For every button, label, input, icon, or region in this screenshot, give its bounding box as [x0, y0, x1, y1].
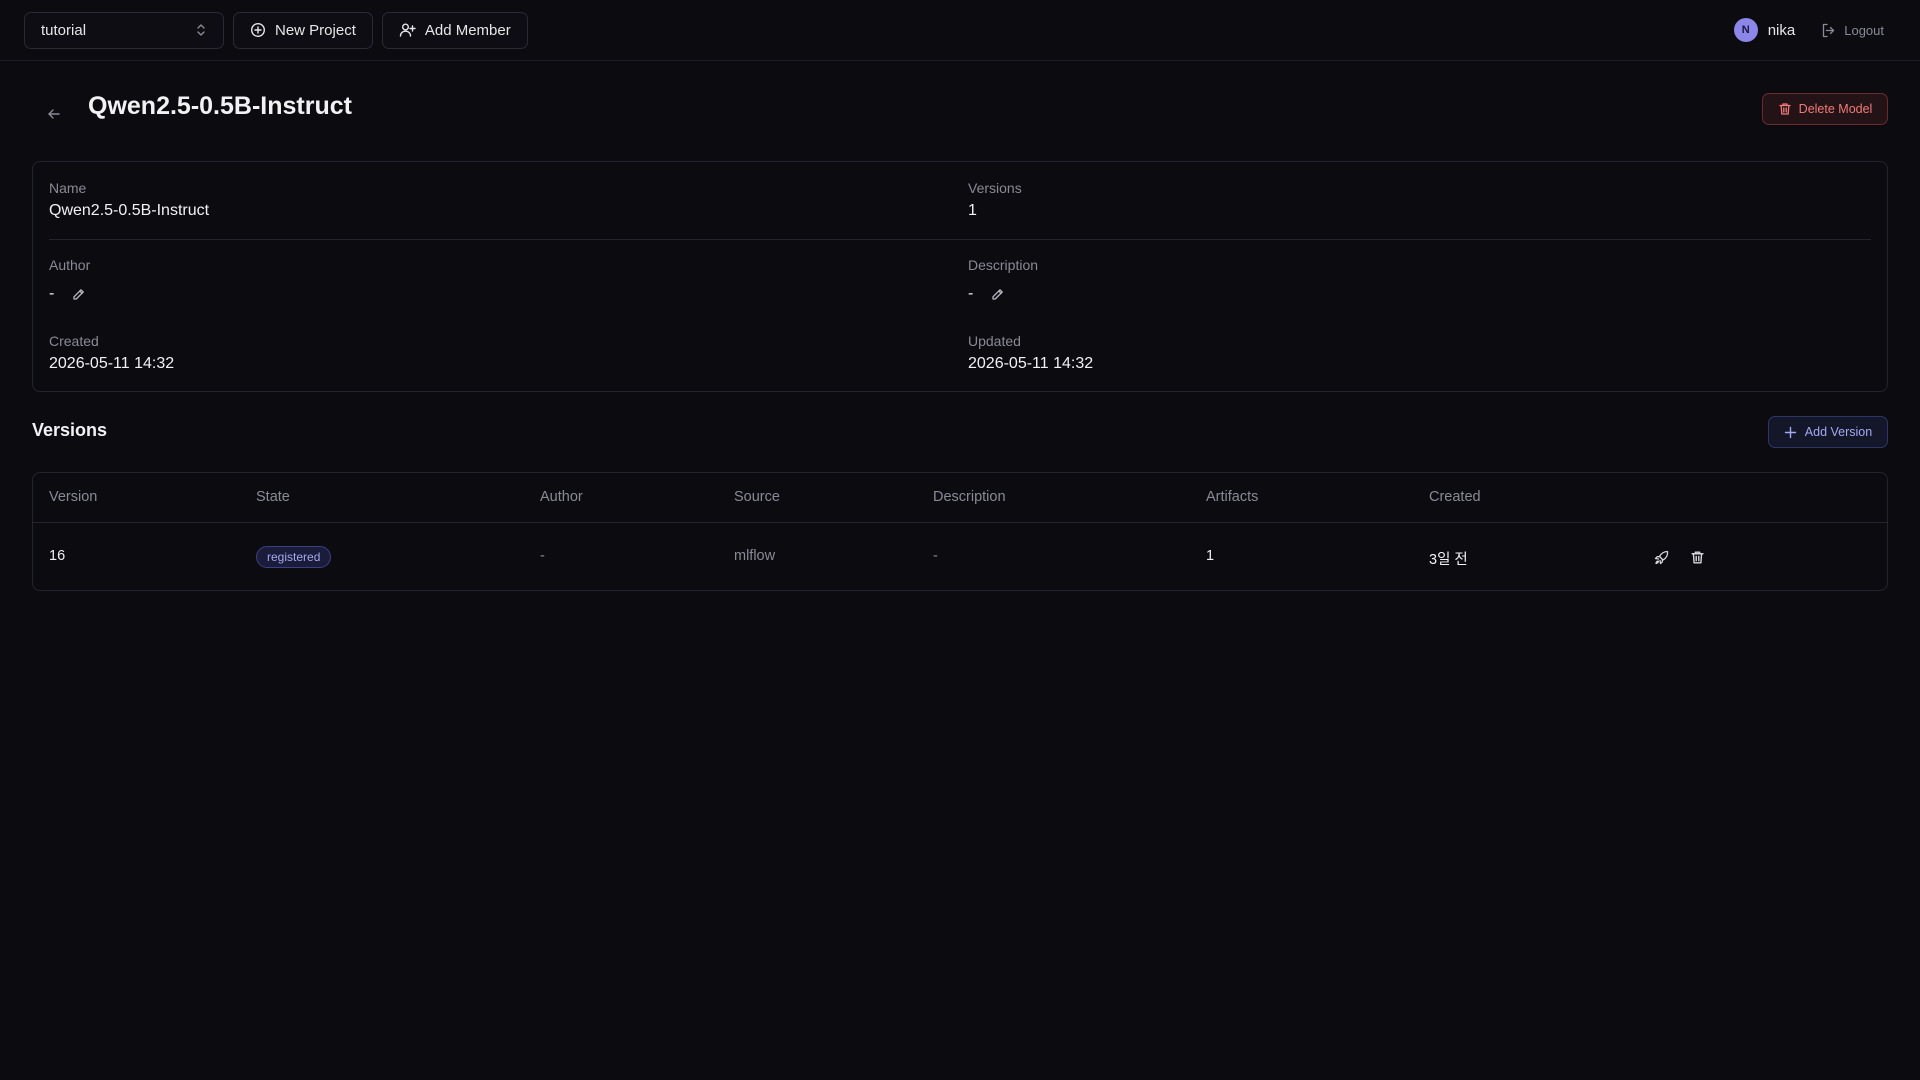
name-value: Qwen2.5-0.5B-Instruct — [49, 202, 210, 219]
versions-count-field: Versions 1 — [968, 180, 1022, 220]
description-field: Description - — [968, 257, 1038, 303]
created-field: Created 2026-05-11 14:32 — [49, 333, 174, 373]
cell-version: 16 — [49, 548, 66, 564]
status-badge: registered — [256, 546, 332, 568]
column-header-version: Version — [49, 489, 98, 505]
column-header-author: Author — [540, 489, 583, 505]
author-label: Author — [49, 257, 91, 273]
logout-icon — [1823, 23, 1835, 37]
user-menu[interactable]: N nika — [1733, 18, 1796, 42]
logout-label: Logout — [1844, 22, 1884, 38]
cell-description: - — [933, 548, 938, 564]
edit-author-button[interactable] — [72, 288, 85, 301]
updated-value: 2026-05-11 14:32 — [968, 355, 1094, 372]
column-header-description: Description — [933, 489, 1006, 505]
project-select-value: tutorial — [41, 21, 87, 39]
description-label: Description — [968, 257, 1039, 273]
back-button[interactable] — [44, 104, 64, 124]
table-header: Version State Author Source Description … — [33, 473, 1887, 523]
logout-button[interactable]: Logout — [1821, 23, 1884, 38]
column-header-created: Created — [1429, 489, 1481, 505]
plus-circle-icon — [250, 22, 266, 38]
pencil-icon — [73, 288, 85, 300]
author-value: - — [49, 285, 55, 302]
column-header-state: State — [256, 489, 290, 505]
username: nika — [1767, 21, 1796, 39]
trash-icon — [1690, 550, 1704, 564]
trash-icon — [1779, 103, 1791, 115]
edit-description-button[interactable] — [991, 288, 1004, 301]
delete-model-button[interactable]: Delete Model — [1762, 93, 1888, 125]
cell-author: - — [540, 548, 545, 564]
cell-created: 3일 전 — [1429, 552, 1468, 568]
add-member-button[interactable]: Add Member — [381, 11, 528, 49]
created-value: 2026-05-11 14:32 — [49, 355, 175, 372]
arrow-left-icon — [48, 109, 60, 119]
project-select[interactable]: tutorial — [24, 11, 224, 49]
chevron-up-down-icon — [195, 23, 207, 37]
page-title: Qwen2.5-0.5B-Instruct — [88, 92, 352, 120]
versions-section-title: Versions — [32, 420, 108, 440]
versions-table: Version State Author Source Description … — [32, 472, 1888, 591]
deploy-version-button[interactable] — [1651, 547, 1671, 567]
delete-version-button[interactable] — [1687, 547, 1707, 567]
versions-count-label: Versions — [968, 180, 1022, 196]
author-field: Author - — [49, 257, 90, 303]
cell-artifacts: 1 — [1206, 548, 1215, 564]
add-version-button[interactable]: Add Version — [1768, 416, 1888, 448]
new-project-label: New Project — [275, 21, 356, 39]
versions-count-value: 1 — [968, 202, 977, 219]
column-header-artifacts: Artifacts — [1206, 489, 1259, 505]
pencil-icon — [992, 288, 1004, 300]
name-field: Name Qwen2.5-0.5B-Instruct — [49, 180, 209, 220]
updated-field: Updated 2026-05-11 14:32 — [968, 333, 1093, 373]
add-version-label: Add Version — [1804, 425, 1873, 439]
avatar: N — [1733, 18, 1758, 42]
user-plus-icon — [399, 23, 416, 37]
name-label: Name — [49, 180, 87, 196]
add-member-label: Add Member — [424, 21, 511, 39]
top-bar: tutorial New Project Add Member N nika L… — [0, 0, 1920, 61]
delete-model-label: Delete Model — [1798, 102, 1873, 116]
column-header-source: Source — [734, 489, 780, 505]
rocket-icon — [1654, 550, 1668, 564]
cell-source: mlflow — [734, 548, 776, 564]
plus-icon — [1784, 426, 1796, 438]
new-project-button[interactable]: New Project — [233, 11, 373, 49]
model-info-card: Name Qwen2.5-0.5B-Instruct Versions 1 Au… — [32, 161, 1888, 392]
table-row[interactable]: 16 registered - mlflow - 1 3일 전 — [33, 523, 1887, 592]
description-value: - — [968, 285, 974, 302]
updated-label: Updated — [968, 333, 1021, 349]
info-divider — [49, 239, 1871, 240]
created-label: Created — [49, 333, 99, 349]
